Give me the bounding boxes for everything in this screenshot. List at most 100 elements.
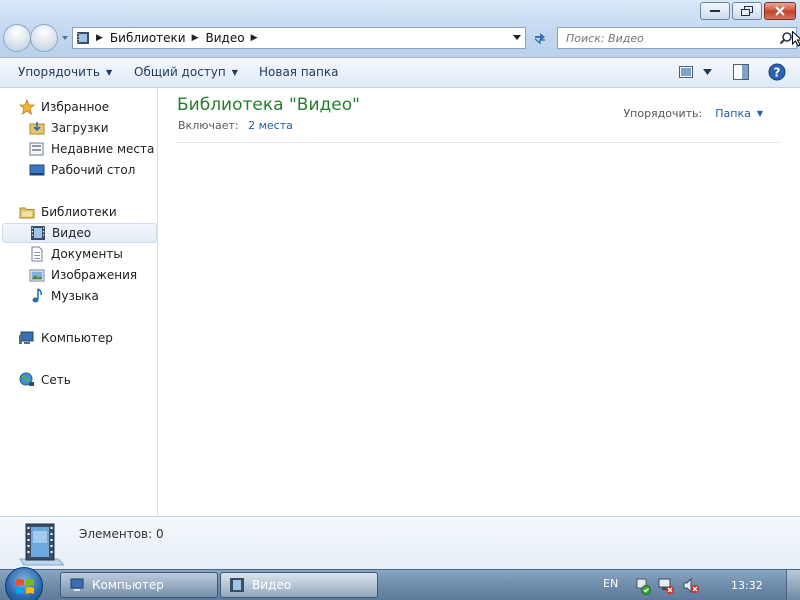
nav-item-video[interactable]: Видео	[2, 223, 157, 243]
nav-network-label: Сеть	[41, 373, 71, 387]
recent-places-icon	[29, 141, 45, 157]
taskbar-item-label: Видео	[252, 578, 292, 592]
taskbar: Компьютер Видео EN 13:32	[0, 567, 800, 600]
nav-network[interactable]: Сеть	[19, 371, 71, 389]
documents-library-icon	[29, 246, 45, 262]
nav-item-recent-places[interactable]: Недавние места	[29, 140, 154, 158]
nav-favorites-label: Избранное	[41, 100, 110, 114]
mouse-cursor-icon	[792, 31, 800, 47]
navigation-pane: Избранное Загрузки Недавние места Рабочи…	[0, 88, 158, 516]
breadcrumb-separator[interactable]: ▶	[96, 33, 103, 43]
breadcrumb-separator[interactable]: ▶	[192, 33, 199, 43]
share-label: Общий доступ	[134, 65, 226, 79]
arrange-by-dropdown[interactable]: Папка	[715, 107, 751, 120]
star-icon	[19, 99, 35, 115]
action-center-flag-icon[interactable]	[634, 577, 652, 595]
downloads-folder-icon	[29, 120, 45, 136]
nav-item-label: Изображения	[51, 268, 138, 282]
volume-muted-icon[interactable]	[682, 577, 700, 595]
search-icon[interactable]	[779, 31, 793, 45]
nav-item-music[interactable]: Музыка	[29, 287, 99, 305]
chevron-down-icon[interactable]: ▼	[757, 109, 763, 118]
items-count: Элементов: 0	[79, 527, 164, 541]
refresh-button[interactable]	[528, 27, 552, 49]
new-folder-button[interactable]: Новая папка	[259, 65, 338, 79]
taskbar-item-label: Компьютер	[92, 578, 164, 592]
nav-item-downloads[interactable]: Загрузки	[29, 119, 109, 137]
video-library-large-icon	[19, 523, 64, 566]
nav-item-label: Музыка	[51, 289, 99, 303]
nav-libraries[interactable]: Библиотеки	[19, 203, 117, 221]
arrange-label: Упорядочить:	[623, 107, 703, 120]
view-dropdown-icon[interactable]	[703, 69, 712, 75]
pictures-library-icon	[29, 267, 45, 283]
breadcrumb-separator[interactable]: ▶	[251, 33, 258, 43]
desktop-icon	[29, 162, 45, 178]
video-library-icon	[30, 225, 46, 241]
start-button[interactable]	[5, 567, 43, 600]
minimize-icon	[710, 10, 720, 12]
restore-button[interactable]	[732, 2, 762, 20]
search-box[interactable]	[557, 27, 797, 49]
library-title: Библиотека "Видео"	[177, 95, 360, 115]
network-icon	[19, 372, 35, 388]
organize-menu-button[interactable]: Упорядочить ▼	[18, 65, 112, 79]
nav-item-desktop[interactable]: Рабочий стол	[29, 161, 135, 179]
music-library-icon	[29, 288, 45, 304]
language-indicator[interactable]: EN	[603, 577, 618, 590]
address-history-dropdown-icon[interactable]	[512, 34, 522, 42]
nav-libraries-label: Библиотеки	[41, 205, 117, 219]
help-icon[interactable]: ?	[768, 63, 786, 81]
command-toolbar: Упорядочить ▼ Общий доступ ▼ Новая папка…	[0, 58, 800, 88]
view-options-icon[interactable]	[679, 66, 693, 78]
restore-icon	[741, 6, 753, 16]
nav-item-label: Рабочий стол	[51, 163, 136, 177]
show-desktop-button[interactable]	[786, 570, 800, 600]
library-content-area[interactable]: Библиотека "Видео" Включает: 2 места Упо…	[159, 88, 800, 516]
preview-pane-icon[interactable]	[733, 64, 749, 80]
forward-button[interactable]	[30, 24, 58, 52]
new-folder-label: Новая папка	[259, 65, 339, 79]
libraries-folder-icon	[19, 204, 35, 220]
window-titlebar: ▶ Библиотеки ▶ Видео ▶	[0, 0, 800, 58]
nav-item-documents[interactable]: Документы	[29, 245, 123, 263]
search-input[interactable]	[566, 31, 776, 45]
nav-computer-label: Компьютер	[41, 331, 113, 345]
refresh-icon	[534, 33, 545, 45]
nav-item-label: Видео	[52, 226, 92, 240]
taskbar-clock[interactable]: 13:32	[731, 579, 763, 592]
recent-pages-dropdown-icon[interactable]	[61, 34, 69, 42]
details-pane: Элементов: 0	[0, 516, 800, 569]
network-status-icon[interactable]	[657, 577, 675, 595]
window-controls	[700, 2, 796, 20]
library-includes: Включает: 2 места	[178, 119, 293, 132]
taskbar-item-computer[interactable]: Компьютер	[60, 572, 218, 598]
nav-item-label: Загрузки	[51, 121, 109, 135]
header-divider	[176, 142, 781, 143]
chevron-down-icon: ▼	[231, 67, 238, 77]
computer-icon	[19, 330, 35, 346]
nav-item-label: Недавние места	[51, 142, 155, 156]
taskbar-item-video[interactable]: Видео	[220, 572, 378, 598]
minimize-button[interactable]	[700, 2, 730, 20]
windows-logo-icon	[16, 579, 34, 594]
library-locations-link[interactable]: 2 места	[248, 119, 293, 132]
chevron-down-icon: ▼	[105, 67, 113, 77]
video-library-icon	[230, 578, 244, 592]
nav-favorites[interactable]: Избранное	[19, 98, 109, 116]
address-bar[interactable]: ▶ Библиотеки ▶ Видео ▶	[72, 27, 526, 49]
nav-computer[interactable]: Компьютер	[19, 329, 113, 347]
includes-label: Включает:	[178, 119, 239, 132]
video-library-icon	[77, 32, 89, 44]
computer-icon	[70, 578, 84, 591]
nav-item-pictures[interactable]: Изображения	[29, 266, 137, 284]
svg-text:?: ?	[774, 66, 781, 80]
back-button[interactable]	[3, 24, 31, 52]
close-icon	[775, 6, 785, 16]
breadcrumb-video[interactable]: Видео	[206, 31, 245, 45]
breadcrumb-libraries[interactable]: Библиотеки	[110, 31, 186, 45]
share-menu-button[interactable]: Общий доступ ▼	[134, 65, 238, 79]
close-button[interactable]	[764, 2, 796, 20]
arrange-by: Упорядочить: Папка ▼	[623, 107, 763, 120]
organize-label: Упорядочить	[18, 65, 100, 79]
